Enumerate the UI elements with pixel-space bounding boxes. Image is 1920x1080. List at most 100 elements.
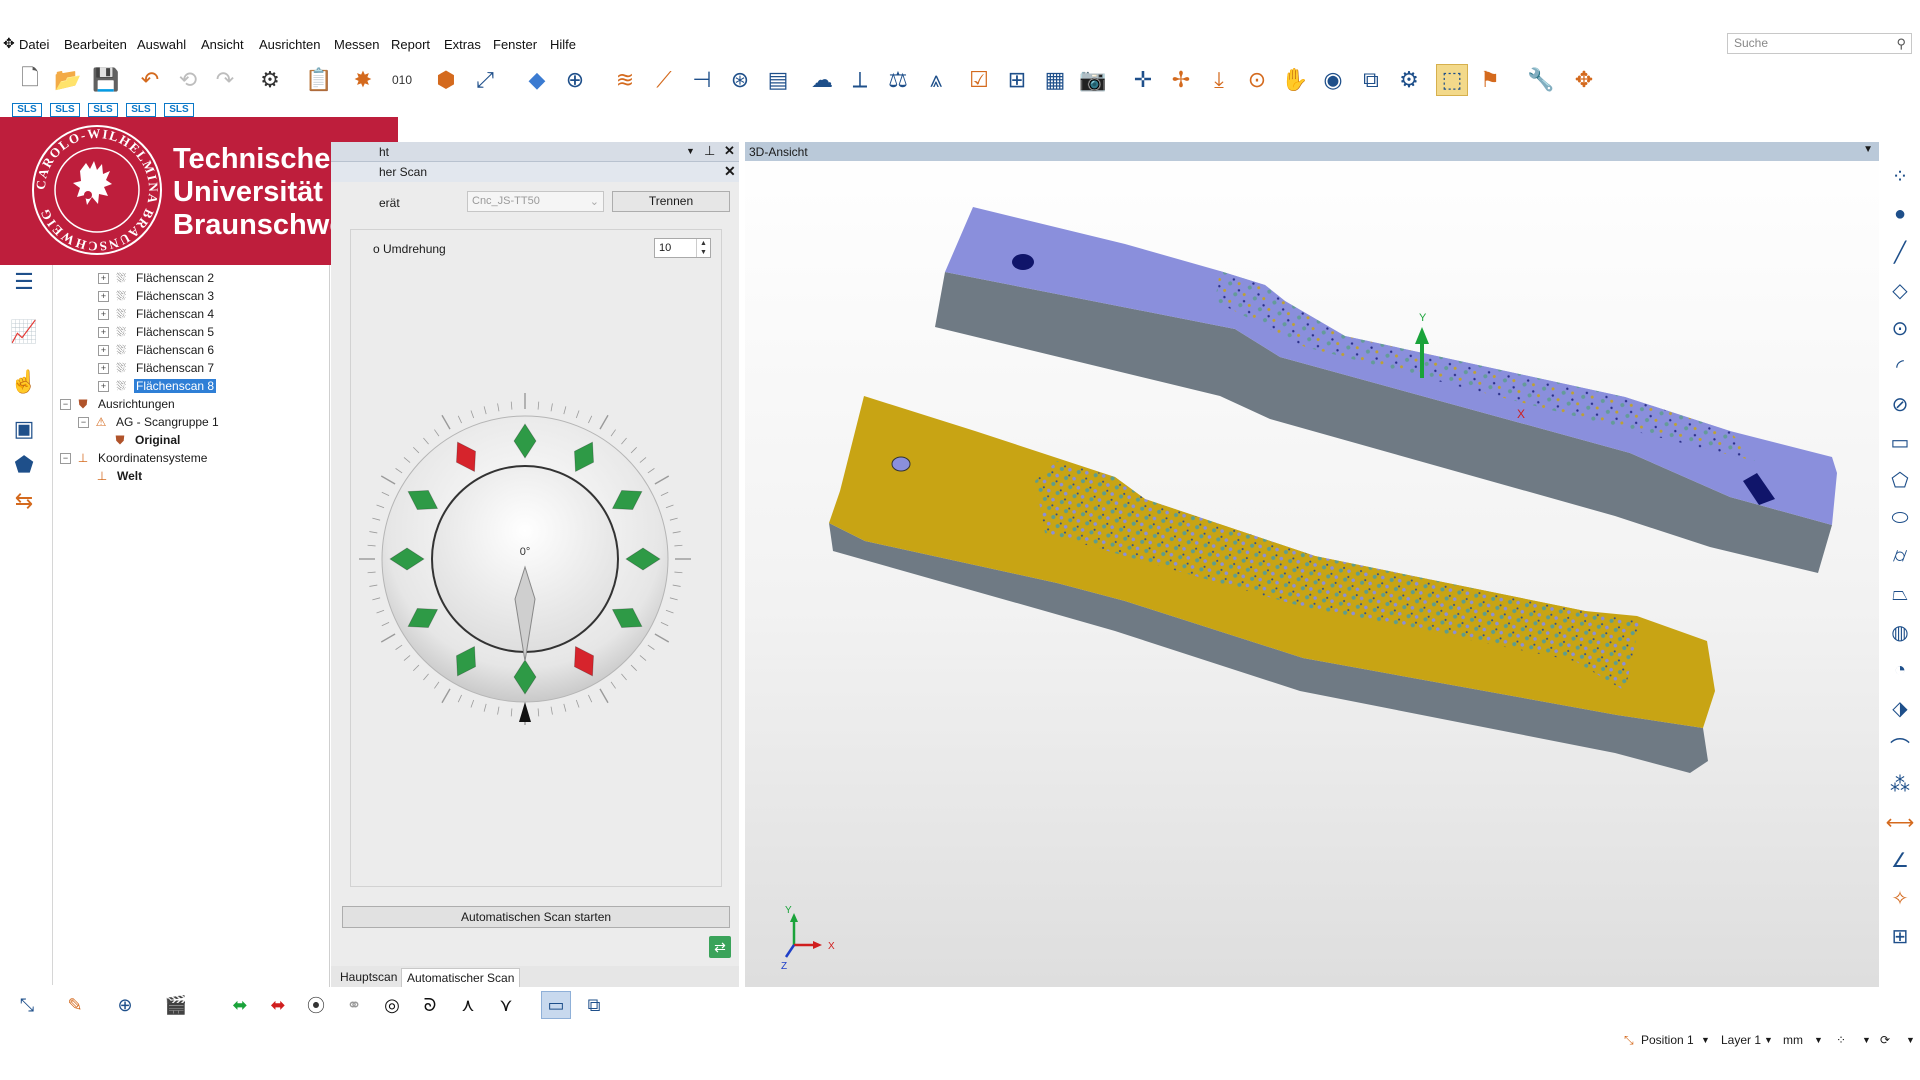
cylinder-icon[interactable]: ⌭: [1884, 540, 1916, 572]
show-red-icon[interactable]: ⬌: [263, 991, 293, 1019]
sls-button-3[interactable]: SLS: [88, 103, 118, 117]
tree-item-scan-4[interactable]: + ⛆ Flächenscan 4: [98, 305, 216, 323]
layer-selector[interactable]: Layer 1: [1721, 1033, 1761, 1047]
point-icon[interactable]: ●: [1884, 198, 1916, 230]
scan-viewport[interactable]: Y X Y X Z: [745, 161, 1879, 987]
close-icon[interactable]: ✕: [724, 143, 735, 159]
checklist-icon[interactable]: ☑: [963, 64, 995, 96]
tree-item-scan-7[interactable]: + ⛆ Flächenscan 7: [98, 359, 216, 377]
stepper-arrows-icon[interactable]: ▲ ▼: [696, 239, 710, 257]
disconnect-button[interactable]: Trennen: [612, 191, 730, 212]
cone-icon[interactable]: ⏢: [1884, 578, 1916, 610]
sls-button-1[interactable]: SLS: [12, 103, 42, 117]
mesh-icon[interactable]: ⬢: [430, 64, 462, 96]
rotation-stepper[interactable]: 10 ▲ ▼: [654, 238, 711, 258]
clapper-icon[interactable]: 🎬: [161, 991, 191, 1019]
expand-icon[interactable]: +: [98, 344, 109, 356]
zoom-fit-icon[interactable]: ⊙: [1241, 64, 1273, 96]
snap-icon[interactable]: ⁘: [1836, 1033, 1846, 1047]
clipboard-icon[interactable]: 📋: [303, 64, 335, 96]
expand-icon[interactable]: +: [98, 290, 109, 302]
view-settings-icon[interactable]: ⚙: [1393, 64, 1425, 96]
pointer-hand-icon[interactable]: ☝: [6, 365, 42, 399]
angle-icon[interactable]: ∠: [1884, 844, 1916, 876]
expand-icon[interactable]: +: [98, 380, 109, 392]
menu-ansicht[interactable]: Ansicht: [201, 37, 244, 52]
expand-icon[interactable]: +: [98, 326, 109, 338]
rotate-axis-icon[interactable]: ✢: [1165, 64, 1197, 96]
settings-icon[interactable]: ⚙: [254, 64, 286, 96]
slot-icon[interactable]: ⊘: [1884, 388, 1916, 420]
expand-icon[interactable]: +: [98, 362, 109, 374]
redo-icon[interactable]: ↷: [209, 64, 241, 96]
sls-button-5[interactable]: SLS: [164, 103, 194, 117]
cube-icon[interactable]: ◆: [521, 64, 553, 96]
triad-icon[interactable]: ⋏: [453, 991, 483, 1019]
pin-icon[interactable]: ⊥: [704, 143, 715, 159]
curves-icon[interactable]: ≋: [609, 64, 641, 96]
feature-list-icon[interactable]: ⊞: [1884, 920, 1916, 952]
grid-move-icon[interactable]: ✥: [1568, 64, 1600, 96]
lasso-icon[interactable]: ᘐ: [415, 991, 445, 1019]
compass-icon[interactable]: ⩓: [920, 64, 952, 96]
open-folder-icon[interactable]: 📂: [52, 64, 84, 96]
point-cloud-icon[interactable]: ⁘: [1884, 160, 1916, 192]
sphere-icon[interactable]: ◍: [1884, 616, 1916, 648]
tree-item-alignments[interactable]: − ⛊ Ausrichtungen: [60, 395, 177, 413]
undo-icon[interactable]: ↶: [134, 64, 166, 96]
position-selector[interactable]: Position 1: [1641, 1033, 1694, 1047]
inspect-icon[interactable]: ⊛: [724, 64, 756, 96]
collapse-icon[interactable]: −: [60, 452, 71, 464]
show-green-icon[interactable]: ⬌: [225, 991, 255, 1019]
ring-icon[interactable]: ◎: [377, 991, 407, 1019]
construct-icon[interactable]: ✧: [1884, 882, 1916, 914]
distance-icon[interactable]: ⟷: [1884, 806, 1916, 838]
close-icon[interactable]: ✕: [724, 163, 736, 180]
brush-icon[interactable]: ✎: [60, 991, 90, 1019]
tab-hauptscan[interactable]: Hauptscan: [335, 968, 402, 987]
pan-hand-icon[interactable]: ✋: [1279, 64, 1311, 96]
chevron-down-icon[interactable]: ▼: [1906, 1035, 1915, 1045]
sls-button-2[interactable]: SLS: [50, 103, 80, 117]
shape-icon[interactable]: ⬟: [6, 448, 42, 482]
camera-icon[interactable]: 📷: [1077, 64, 1109, 96]
view-cube-icon[interactable]: ⧉: [1355, 64, 1387, 96]
select-probe-icon[interactable]: ⤡: [12, 991, 42, 1019]
3d-view[interactable]: 3D-Ansicht ▼ Y X Y X Z: [745, 142, 1879, 987]
filter-icon[interactable]: ⦿: [301, 991, 331, 1019]
menu-report[interactable]: Report: [391, 37, 430, 52]
chevron-down-icon[interactable]: ▼: [1814, 1035, 1823, 1045]
chevron-down-icon[interactable]: ▼: [1764, 1035, 1773, 1045]
measure-tool-icon[interactable]: ⊣: [686, 64, 718, 96]
search-input[interactable]: Suche ⚲: [1727, 33, 1912, 54]
tree-item-original[interactable]: ⛊ Original: [112, 431, 182, 449]
circle-icon[interactable]: ⊙: [1884, 312, 1916, 344]
scan-points-icon[interactable]: ✸: [347, 64, 379, 96]
start-auto-scan-button[interactable]: Automatischen Scan starten: [342, 906, 730, 928]
table-icon[interactable]: ▦: [1039, 64, 1071, 96]
tree-item-scan-6[interactable]: + ⛆ Flächenscan 6: [98, 341, 216, 359]
rectangle-icon[interactable]: ▭: [1884, 426, 1916, 458]
save-icon[interactable]: 💾: [90, 64, 122, 96]
probe-icon[interactable]: ⟋: [648, 64, 680, 96]
tools-icon[interactable]: 🔧: [1525, 64, 1557, 96]
part-icon[interactable]: ▣: [6, 412, 42, 446]
menu-hilfe[interactable]: Hilfe: [550, 37, 576, 52]
report-view-icon[interactable]: ▤: [762, 64, 794, 96]
pattern-icon[interactable]: ⁂: [1884, 768, 1916, 800]
menu-fenster[interactable]: Fenster: [493, 37, 537, 52]
curve-icon[interactable]: ⌒: [1884, 730, 1916, 762]
menu-bearbeiten[interactable]: Bearbeiten: [64, 37, 127, 52]
window-split-icon[interactable]: ⧉: [579, 991, 609, 1019]
window-single-icon[interactable]: ▭: [541, 991, 571, 1019]
menu-ausrichten[interactable]: Ausrichten: [259, 37, 320, 52]
drop-plane-icon[interactable]: ⤓: [1203, 64, 1235, 96]
unit-selector[interactable]: mm: [1783, 1033, 1803, 1047]
sls-button-4[interactable]: SLS: [126, 103, 156, 117]
menu-extras[interactable]: Extras: [444, 37, 481, 52]
menu-datei[interactable]: Datei: [19, 37, 49, 52]
collapse-icon[interactable]: −: [78, 416, 89, 428]
tree-item-scan-2[interactable]: + ⛆ Flächenscan 2: [98, 269, 216, 287]
color-map-icon[interactable]: ⬚: [1436, 64, 1468, 96]
tree-item-scangroup[interactable]: − ⚠ AG - Scangruppe 1: [78, 413, 221, 431]
